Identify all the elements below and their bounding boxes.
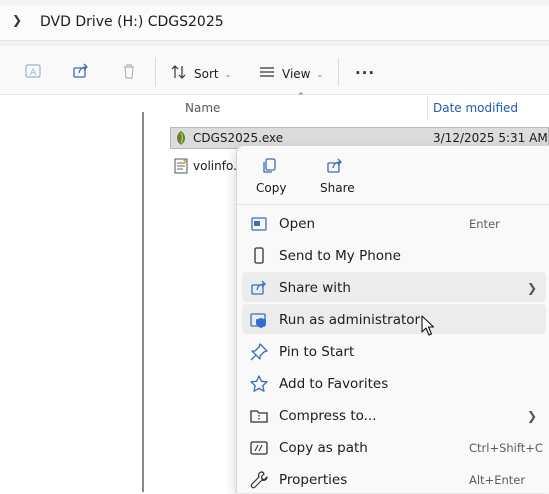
shortcut-copy-as-path: Ctrl+Shift+C (469, 441, 543, 455)
share-with-icon (249, 278, 269, 298)
chevron-right-icon: ❯ (527, 409, 538, 423)
view-button[interactable]: View ⌄ (258, 64, 323, 84)
chevron-right-icon: ❯ (527, 281, 538, 295)
copy-icon (261, 157, 279, 179)
pane-splitter[interactable] (142, 112, 144, 492)
compress-icon (249, 406, 269, 426)
sort-icon (170, 64, 188, 84)
shortcut-open: Enter (469, 217, 500, 231)
menu-item-share-with[interactable]: Share with (279, 280, 351, 296)
shield-icon (249, 310, 269, 330)
share-icon[interactable] (72, 62, 90, 84)
menu-item-run-as-administrator[interactable]: Run as administrator (279, 312, 420, 328)
menu-item-open[interactable]: Open (279, 216, 315, 232)
text-file-icon (174, 158, 188, 178)
chevron-down-icon: ⌄ (224, 69, 232, 79)
menu-item-copy-as-path[interactable]: Copy as path (279, 440, 368, 456)
menu-item-pin-to-start[interactable]: Pin to Start (279, 344, 354, 360)
rename-icon[interactable]: A (24, 62, 42, 84)
pin-icon (249, 342, 269, 362)
menu-item-send-to-my-phone[interactable]: Send to My Phone (279, 248, 401, 264)
copy-button[interactable]: Copy (256, 181, 286, 195)
view-icon (258, 64, 276, 84)
view-label: View (282, 67, 311, 81)
share-icon (326, 157, 344, 179)
toolbar-separator (338, 58, 339, 86)
copy-path-icon (249, 438, 269, 458)
file-name[interactable]: CDGS2025.exe (193, 131, 283, 145)
column-header-name[interactable]: Name (185, 101, 220, 115)
navigation-pane[interactable] (0, 95, 146, 492)
address-path[interactable]: DVD Drive (H:) CDGS2025 (40, 14, 224, 30)
shortcut-properties: Alt+Enter (469, 473, 526, 487)
svg-text:A: A (30, 68, 37, 78)
file-date-modified: 3/12/2025 5:31 AM (433, 131, 548, 145)
mouse-cursor-icon (421, 315, 435, 341)
menu-item-properties[interactable]: Properties (279, 472, 347, 488)
column-header-date-modified[interactable]: Date modified (433, 101, 518, 115)
star-icon (249, 374, 269, 394)
file-name[interactable]: volinfo.t (193, 159, 242, 173)
more-options-button[interactable]: ... (355, 60, 375, 78)
phone-icon (249, 246, 269, 266)
wrench-icon (249, 470, 269, 490)
share-button[interactable]: Share (320, 181, 355, 195)
chevron-down-icon: ⌄ (316, 69, 324, 79)
open-icon (249, 214, 269, 234)
delete-icon[interactable] (120, 62, 138, 84)
menu-item-compress-to[interactable]: Compress to... (279, 408, 377, 424)
sort-button[interactable]: Sort ⌄ (170, 64, 231, 84)
menu-separator (237, 204, 549, 205)
column-divider[interactable] (427, 96, 428, 120)
menu-item-add-to-favorites[interactable]: Add to Favorites (279, 376, 388, 392)
sort-ascending-icon: ⌃ (297, 92, 305, 102)
toolbar-separator (155, 58, 156, 86)
exe-file-icon (174, 130, 188, 150)
sort-label: Sort (194, 67, 219, 81)
breadcrumb-chevron-icon[interactable]: ❯ (12, 13, 22, 27)
